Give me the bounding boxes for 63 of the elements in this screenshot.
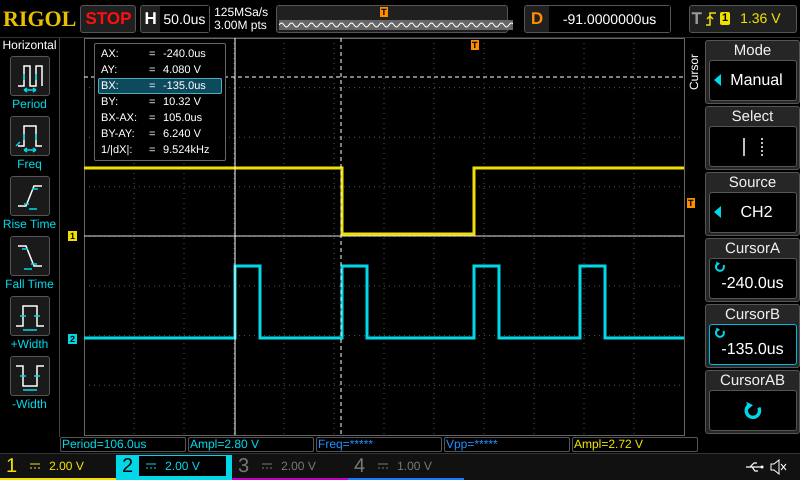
channel-tab[interactable]: 3 2.00 V — [232, 454, 348, 480]
channel-number: 2 — [122, 454, 134, 479]
channel-tab[interactable]: 2 2.00 V — [116, 454, 232, 480]
readout-row-text: BY-AY: = 6.240 V — [100, 127, 202, 142]
rising-edge-icon — [706, 12, 716, 26]
channel-scale: 2.00 V — [281, 458, 316, 475]
trigger-label: T — [692, 8, 702, 30]
delay-panel[interactable]: D -91.0000000us — [524, 4, 671, 32]
readout-row-text: AY: = 4.080 V — [100, 63, 202, 78]
delay-label: D — [530, 8, 544, 30]
measurement-value: Period=106.0us — [60, 437, 186, 452]
menu-title: Cursor — [687, 54, 701, 90]
left-arrow-icon — [714, 206, 720, 218]
trigger-position-marker: T — [471, 40, 478, 50]
measurement-value: Ampl=2.80 V — [188, 437, 314, 452]
softkey-button[interactable]: CursorA -240.0us — [705, 238, 800, 302]
dc-coupling-icon — [377, 463, 390, 469]
measurement-value: Ampl=2.72 V — [572, 437, 698, 452]
channel-number: 3 — [238, 454, 250, 479]
timebase-value: 50.0us — [160, 6, 210, 32]
memory-trigger-marker: T — [380, 6, 388, 16]
trigger-panel[interactable]: T 1 1.36 V — [688, 4, 797, 32]
channel-scale: 2.00 V — [49, 458, 84, 475]
delay-value: -91.0000000us — [549, 6, 670, 32]
speaker-muted-icon — [770, 459, 788, 475]
timebase-label: H — [143, 8, 158, 30]
channel-marker[interactable]: 1 — [68, 231, 78, 241]
left-arrow-icon — [714, 74, 720, 86]
trigger-level-marker: T — [687, 198, 694, 208]
channel-number: 1 — [6, 454, 18, 479]
softkey-button[interactable]: Mode Manual — [705, 40, 800, 104]
softkey-button[interactable]: Source CH2 — [705, 172, 800, 236]
softkey-button[interactable]: Select — [705, 106, 800, 170]
timebase-panel[interactable]: H 50.0us — [140, 4, 210, 32]
readout-row-text: AX: = -240.0us — [100, 47, 207, 62]
trigger-level: 1.36 V — [740, 9, 781, 28]
knob-icon — [714, 327, 726, 339]
readout-row: BX: = -135.0us — [98, 78, 222, 94]
channel-marker[interactable]: 2 — [68, 334, 78, 344]
menu-title: Horizontal — [2, 38, 57, 52]
memory-waveform-icon — [279, 20, 514, 30]
softkey-button[interactable]: CursorAB — [705, 370, 800, 434]
trigger-source: 1 — [720, 12, 730, 25]
dc-coupling-icon — [29, 463, 42, 469]
channel-scale: 1.00 V — [397, 458, 432, 475]
channel-scale: 2.00 V — [165, 458, 200, 475]
readout-row-text: BX-AX: = 105.0us — [100, 111, 204, 126]
brand-logo: RIGOL — [3, 5, 76, 33]
sample-rate: 125MSa/s — [214, 6, 270, 18]
memory-depth: 3.00M pts — [214, 18, 268, 32]
dc-coupling-icon — [261, 463, 274, 469]
usb-icon — [746, 462, 764, 472]
readout-row-text: 1/|dX|: = 9.524kHz — [100, 143, 210, 158]
run-stop-button[interactable]: STOP — [80, 4, 136, 32]
softkey-button[interactable]: CursorB -135.0us — [705, 304, 800, 368]
measurement-value: Vpp=***** — [444, 437, 570, 452]
dc-coupling-icon — [145, 463, 158, 469]
measurement-value: Freq=***** — [316, 437, 442, 452]
channel-number: 4 — [354, 454, 366, 479]
knob-icon — [714, 261, 726, 273]
readout-row-text: BY: = 10.32 V — [100, 95, 202, 110]
channel-tab[interactable]: 4 1.00 V — [348, 454, 464, 480]
knob-icon — [742, 400, 762, 420]
